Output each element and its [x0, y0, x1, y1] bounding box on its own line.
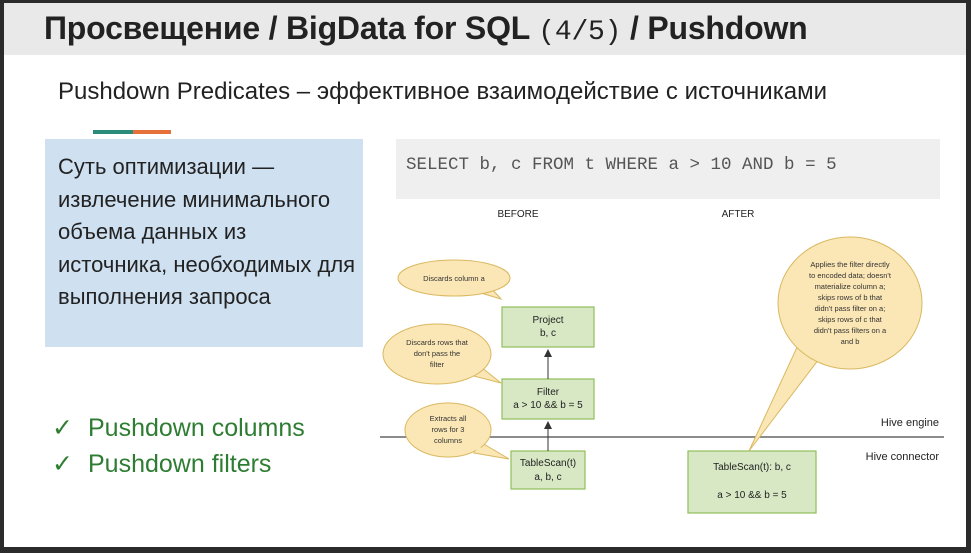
- slide: Просвещение / BigData for SQL (4/5) / Pu…: [4, 3, 966, 547]
- callout-line: rows for 3: [432, 425, 465, 434]
- filter-title: Filter: [537, 387, 560, 398]
- after-scan-predicate: a > 10 && b = 5: [717, 490, 787, 501]
- callout-line: columns: [434, 436, 462, 445]
- project-columns: b, c: [540, 328, 556, 339]
- callout-line: didn't pass filter on a;: [815, 304, 886, 313]
- callout-discards-rows: Discards rows that don't pass the filter: [382, 323, 502, 385]
- callout-line: materialize column a;: [815, 282, 886, 291]
- after-scan-title: TableScan(t): b, c: [713, 462, 791, 473]
- pushdown-diagram: BEFORE AFTER Hive engine Hive connector …: [380, 209, 944, 514]
- filter-box: Filter a > 10 && b = 5: [501, 378, 595, 420]
- callout-line: to encoded data; doesn't: [809, 271, 892, 280]
- tablescan-columns: a, b, c: [534, 472, 561, 483]
- callout-line: didn't pass filters on a: [814, 326, 887, 335]
- callout-line: Applies the filter directly: [810, 260, 889, 269]
- after-tablescan-box: TableScan(t): b, c a > 10 && b = 5: [687, 450, 817, 514]
- callout-line: Discards rows that: [406, 338, 469, 347]
- tablescan-box: TableScan(t) a, b, c: [510, 450, 586, 490]
- before-label: BEFORE: [497, 209, 538, 220]
- callout-discards-column: Discards column a: [397, 259, 511, 300]
- callout-line: and b: [841, 337, 860, 346]
- callout-line: skips rows of c that: [818, 315, 883, 324]
- tablescan-title: TableScan(t): [520, 458, 576, 469]
- hive-engine-label: Hive engine: [881, 417, 939, 429]
- hive-connector-label: Hive connector: [866, 451, 940, 463]
- callout-text: Discards column a: [423, 274, 486, 283]
- project-title: Project: [532, 315, 563, 326]
- callout-line: filter: [430, 360, 445, 369]
- project-box: Project b, c: [501, 306, 595, 348]
- callout-extracts-all: Extracts all rows for 3 columns: [404, 402, 510, 460]
- callout-line: Extracts all: [430, 414, 467, 423]
- callout-line: don't pass the: [414, 349, 460, 358]
- after-label: AFTER: [722, 209, 755, 220]
- callout-line: skips rows of b that: [818, 293, 883, 302]
- filter-predicate: a > 10 && b = 5: [513, 400, 583, 411]
